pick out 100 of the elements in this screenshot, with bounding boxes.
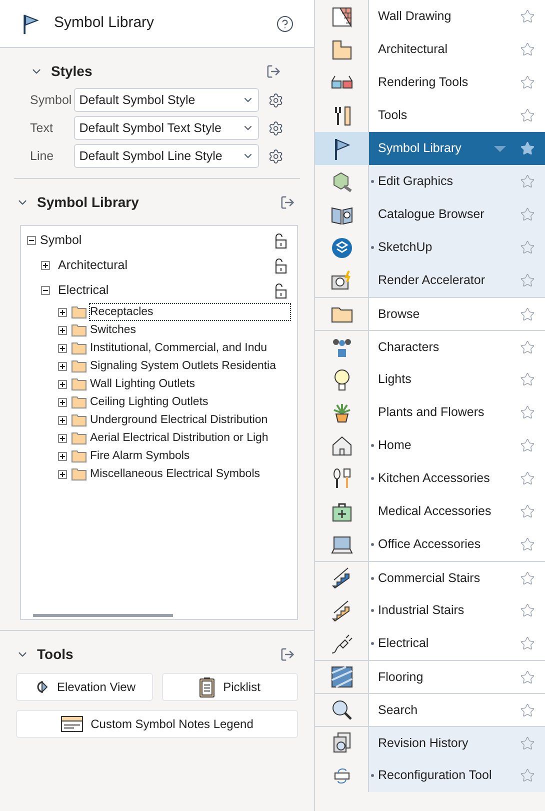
tree-item[interactable]: Ceiling Lighting Outlets <box>90 394 210 410</box>
favorite-star-icon[interactable] <box>520 570 535 586</box>
expand-icon[interactable] <box>58 362 67 370</box>
tool-button[interactable]: Elevation View <box>16 673 152 701</box>
tree-item[interactable]: Wall Lighting Outlets <box>90 376 198 392</box>
section-title: Styles <box>51 62 92 81</box>
expand-icon[interactable] <box>58 470 67 478</box>
tree-item[interactable]: Underground Electrical Distribution <box>90 412 270 428</box>
menu-item[interactable]: SketchUp <box>368 231 545 264</box>
menu-item[interactable]: Plants and Flowers <box>368 396 545 429</box>
favorite-star-icon[interactable] <box>520 405 535 420</box>
expand-icon[interactable] <box>58 308 67 316</box>
menu-item[interactable]: Rendering Tools <box>368 66 545 99</box>
menu-item[interactable]: Commercial Stairs <box>368 561 545 594</box>
style-dropdown[interactable]: Default Symbol Line Style <box>74 144 260 168</box>
favorite-star-icon[interactable] <box>520 603 535 618</box>
collapse-icon[interactable] <box>27 236 36 245</box>
legend-icon <box>60 716 83 732</box>
favorite-star-icon[interactable] <box>520 141 535 156</box>
tree-item[interactable]: Fire Alarm Symbols <box>90 448 192 464</box>
tree-item[interactable]: Receptacles <box>90 304 290 320</box>
folder-icon <box>71 413 87 427</box>
favorite-star-icon[interactable] <box>520 75 535 90</box>
menu-item[interactable]: Wall Drawing <box>368 0 545 33</box>
folder-icon <box>71 359 87 373</box>
menu-item[interactable]: Architectural <box>368 33 545 66</box>
brick-wall-icon <box>330 4 354 28</box>
expand-icon[interactable] <box>58 398 67 406</box>
tree-item[interactable]: Aerial Electrical Distribution or Ligh <box>90 430 270 446</box>
padlock-icon[interactable] <box>273 232 287 248</box>
favorite-star-icon[interactable] <box>520 240 535 255</box>
favorite-star-icon[interactable] <box>520 306 535 322</box>
undock-icon[interactable] <box>280 646 295 662</box>
favorite-star-icon[interactable] <box>520 372 535 387</box>
menu-item[interactable]: Office Accessories <box>368 528 545 561</box>
favorite-star-icon[interactable] <box>520 273 535 288</box>
undock-icon[interactable] <box>280 194 295 210</box>
menu-item[interactable]: Symbol Library <box>368 132 545 165</box>
favorite-star-icon[interactable] <box>520 670 535 684</box>
menu-item[interactable]: Electrical <box>368 627 545 660</box>
favorite-star-icon[interactable] <box>520 108 535 123</box>
menu-item[interactable]: Kitchen Accessories <box>368 462 545 495</box>
menu-item[interactable]: Home <box>368 429 545 462</box>
menu-item[interactable]: Tools <box>368 99 545 132</box>
settings-icon[interactable] <box>268 148 284 164</box>
tree-item[interactable]: Signaling System Outlets Residentia <box>90 358 278 374</box>
menu-item[interactable]: Browse <box>368 297 545 330</box>
padlock-icon[interactable] <box>273 258 287 274</box>
favorite-star-icon[interactable] <box>520 42 535 57</box>
undock-icon[interactable] <box>266 64 281 78</box>
menu-item[interactable]: Render Accelerator <box>368 264 545 297</box>
favorite-star-icon[interactable] <box>520 768 535 783</box>
menu-item[interactable]: Medical Accessories <box>368 495 545 528</box>
favorite-star-icon[interactable] <box>520 9 535 24</box>
help-icon[interactable] <box>276 14 294 32</box>
expand-icon[interactable] <box>58 326 67 334</box>
collapse-icon[interactable] <box>41 286 50 295</box>
tree-item[interactable]: Institutional, Commercial, and Indu <box>90 340 270 356</box>
menu-item[interactable]: Edit Graphics <box>368 165 545 198</box>
scrollbar[interactable] <box>33 614 173 617</box>
expand-icon[interactable] <box>58 452 67 460</box>
menu-item[interactable]: Search <box>368 693 545 726</box>
expand-icon[interactable] <box>58 380 67 388</box>
tree-item[interactable]: Architectural <box>58 256 128 275</box>
style-dropdown[interactable]: Default Symbol Text Style <box>74 116 260 140</box>
expand-icon[interactable] <box>58 434 67 442</box>
favorite-star-icon[interactable] <box>520 207 535 222</box>
folder-icon <box>71 323 87 337</box>
camera-bolt-icon <box>330 268 354 292</box>
tree-item[interactable]: Switches <box>90 322 138 338</box>
expand-icon[interactable] <box>41 261 50 270</box>
padlock-icon[interactable] <box>273 282 287 298</box>
tree-item[interactable]: Symbol <box>40 231 82 250</box>
menu-item[interactable]: Lights <box>368 363 545 396</box>
favorite-star-icon[interactable] <box>520 636 535 651</box>
favorite-star-icon[interactable] <box>520 340 535 354</box>
menu-item[interactable]: Catalogue Browser <box>368 198 545 231</box>
tree-item[interactable]: Miscellaneous Electrical Symbols <box>90 466 262 482</box>
menu-item[interactable]: Flooring <box>368 660 545 693</box>
favorite-star-icon[interactable] <box>520 736 535 750</box>
settings-icon[interactable] <box>268 92 284 108</box>
folder-icon <box>71 377 87 391</box>
tool-button[interactable]: Custom Symbol Notes Legend <box>16 710 298 738</box>
folder-icon <box>71 449 87 463</box>
menu-item[interactable]: Characters <box>368 330 545 363</box>
favorite-star-icon[interactable] <box>520 471 535 486</box>
favorite-star-icon[interactable] <box>520 174 535 189</box>
tool-button[interactable]: Picklist <box>162 673 298 701</box>
favorite-star-icon[interactable] <box>520 438 535 453</box>
expand-icon[interactable] <box>58 416 67 424</box>
settings-icon[interactable] <box>268 120 284 136</box>
menu-item[interactable]: Industrial Stairs <box>368 594 545 627</box>
style-dropdown[interactable]: Default Symbol Style <box>74 88 260 112</box>
menu-item[interactable]: Reconfiguration Tool <box>368 759 545 792</box>
menu-item[interactable]: Revision History <box>368 726 545 759</box>
favorite-star-icon[interactable] <box>520 504 535 519</box>
favorite-star-icon[interactable] <box>520 702 535 718</box>
expand-icon[interactable] <box>58 344 67 352</box>
tree-item[interactable]: Electrical <box>58 281 109 300</box>
favorite-star-icon[interactable] <box>520 537 535 552</box>
